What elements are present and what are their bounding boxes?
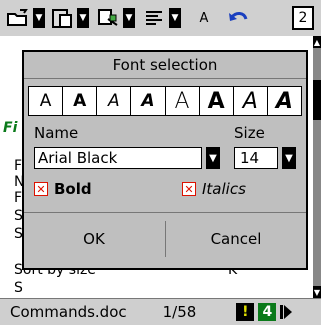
insert-dropdown-arrow[interactable]: ▼ bbox=[123, 8, 135, 28]
italics-checkbox[interactable]: ✕ Italics bbox=[182, 180, 246, 198]
page-icon: 2 bbox=[292, 6, 314, 30]
status-page-count: 1/58 bbox=[162, 303, 197, 321]
italics-label: Italics bbox=[202, 180, 246, 198]
bold-check-icon: ✕ bbox=[34, 182, 48, 196]
paste-dropdown-arrow[interactable]: ▼ bbox=[77, 8, 89, 28]
undo-icon bbox=[224, 5, 252, 31]
style-large-italic[interactable]: A bbox=[234, 87, 268, 115]
clipboard-paste-icon bbox=[48, 5, 76, 31]
paste-button[interactable]: ▼ bbox=[48, 4, 89, 32]
font-name-select[interactable]: Arial Black bbox=[34, 147, 202, 169]
align-button[interactable]: ▼ bbox=[140, 4, 181, 32]
italics-check-icon: ✕ bbox=[182, 182, 196, 196]
style-normal[interactable]: A bbox=[29, 87, 64, 115]
dialog-button-row: OK Cancel bbox=[24, 212, 306, 265]
style-large-bold-italic[interactable]: A bbox=[268, 87, 301, 115]
size-label: Size bbox=[234, 124, 265, 142]
style-large[interactable]: A bbox=[166, 87, 200, 115]
font-button[interactable]: A bbox=[190, 4, 218, 32]
play-icon[interactable] bbox=[280, 304, 293, 320]
align-dropdown-arrow[interactable]: ▼ bbox=[169, 8, 181, 28]
scroll-up-arrow[interactable]: ▲ bbox=[313, 36, 321, 48]
name-label: Name bbox=[34, 124, 79, 142]
cancel-button[interactable]: Cancel bbox=[186, 227, 286, 251]
open-folder-icon bbox=[4, 5, 32, 31]
doc-line: F bbox=[14, 158, 23, 174]
button-divider bbox=[165, 221, 166, 257]
insert-button[interactable]: ▼ bbox=[94, 4, 135, 32]
style-bold-italic[interactable]: A bbox=[131, 87, 166, 115]
bold-label: Bold bbox=[54, 180, 92, 198]
undo-button[interactable] bbox=[224, 4, 252, 32]
status-filename: Commands.doc bbox=[10, 303, 127, 321]
style-large-bold[interactable]: A bbox=[200, 87, 234, 115]
open-dropdown-arrow[interactable]: ▼ bbox=[33, 8, 45, 28]
font-style-picker: A A A A A A A A bbox=[28, 86, 302, 116]
scrollbar-thumb[interactable] bbox=[313, 80, 321, 120]
font-name-dropdown-arrow[interactable]: ▼ bbox=[206, 147, 220, 169]
ok-button[interactable]: OK bbox=[44, 227, 144, 251]
vertical-scrollbar[interactable] bbox=[313, 36, 321, 298]
doc-line: S bbox=[14, 280, 23, 296]
font-selection-dialog: Font selection A A A A A A A A Name Size… bbox=[22, 50, 308, 270]
align-left-icon bbox=[140, 5, 168, 31]
doc-line: F bbox=[14, 190, 23, 206]
open-button[interactable]: ▼ bbox=[4, 4, 45, 32]
font-a-icon: A bbox=[199, 10, 209, 26]
style-bold[interactable]: A bbox=[63, 87, 98, 115]
document-heading: Fi bbox=[3, 120, 18, 136]
font-size-dropdown-arrow[interactable]: ▼ bbox=[282, 147, 296, 169]
count-badge[interactable]: 4 bbox=[258, 303, 277, 321]
page-number-button[interactable]: 2 bbox=[292, 4, 314, 32]
toolbar: ▼ ▼ ▼ ▼ A 2 bbox=[0, 0, 321, 37]
font-size-select[interactable]: 14 bbox=[234, 147, 278, 169]
insert-object-icon bbox=[94, 5, 122, 31]
style-italic[interactable]: A bbox=[97, 87, 132, 115]
status-bar: Commands.doc 1/58 ! 4 bbox=[0, 298, 321, 325]
alert-badge[interactable]: ! bbox=[236, 303, 255, 321]
dialog-title: Font selection bbox=[24, 52, 306, 79]
scroll-down-arrow[interactable]: ▼ bbox=[313, 286, 321, 298]
bold-checkbox[interactable]: ✕ Bold bbox=[34, 180, 92, 198]
